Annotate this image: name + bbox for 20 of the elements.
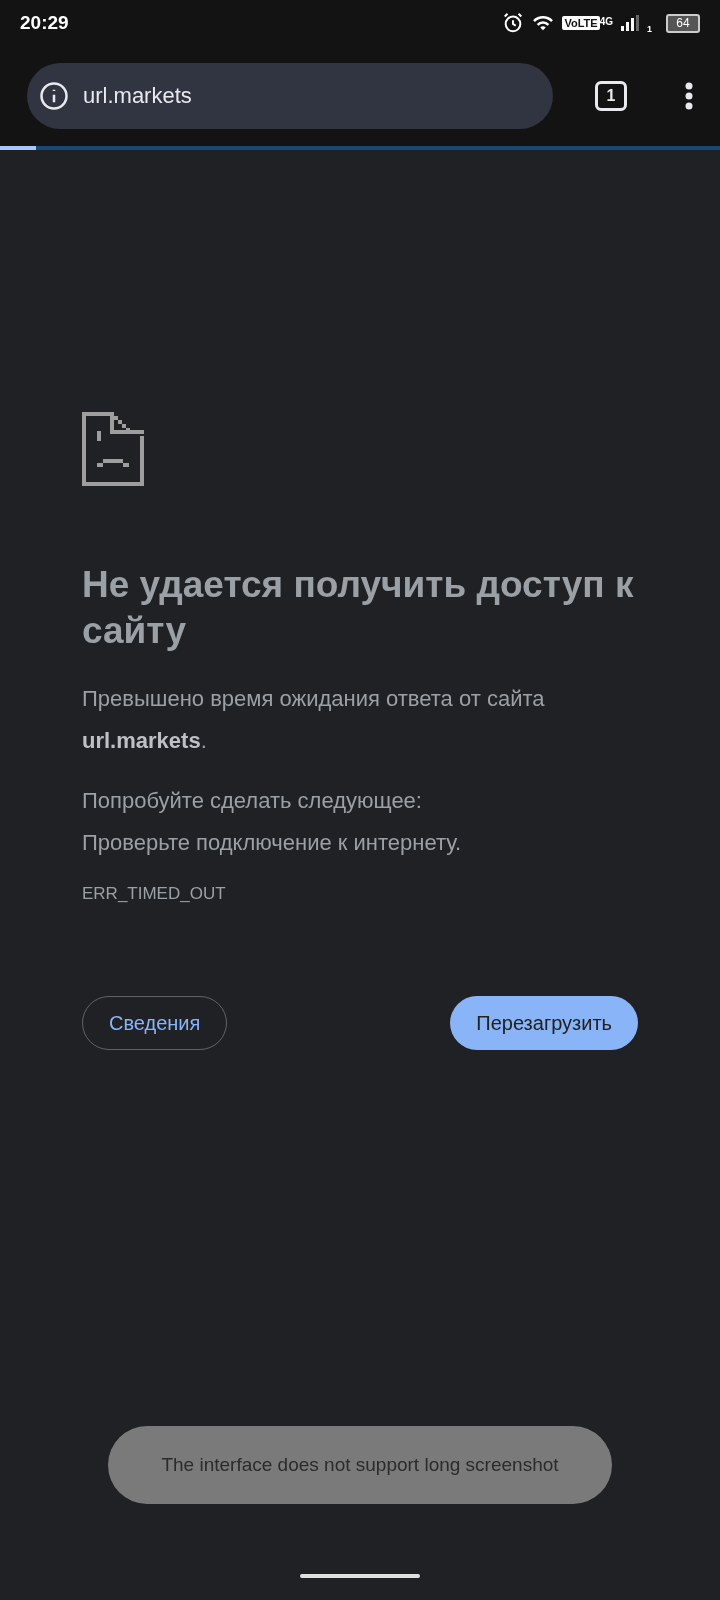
error-message: Превышено время ожидания ответа от сайта url.markets. [82,685,546,755]
error-title: Не удается получить доступ к сайту [82,563,635,653]
toast-message: The interface does not support long screenshot [108,1426,612,1504]
error-code: ERR_TIMED_OUT [82,884,227,904]
network-label: 4G [599,16,613,27]
menu-icon[interactable] [685,82,693,110]
volte-label: VoLTE [562,16,600,30]
tab-switcher-button[interactable]: 1 [595,81,627,111]
sad-page-icon [82,412,144,486]
signal-icon [621,15,639,31]
reload-button[interactable]: Перезагрузить [450,996,638,1050]
alarm-icon [502,12,525,34]
address-bar[interactable]: url.markets [27,63,553,129]
battery-icon: 64 [666,13,700,33]
sim-label: 1 [647,24,652,34]
status-time: 20:29 [20,12,69,34]
wifi-icon [532,14,555,32]
suggestion-text: Попробуйте сделать следующее: [82,787,423,815]
suggestion-text: Проверьте подключение к интернету. [82,829,463,857]
info-icon [39,81,69,111]
